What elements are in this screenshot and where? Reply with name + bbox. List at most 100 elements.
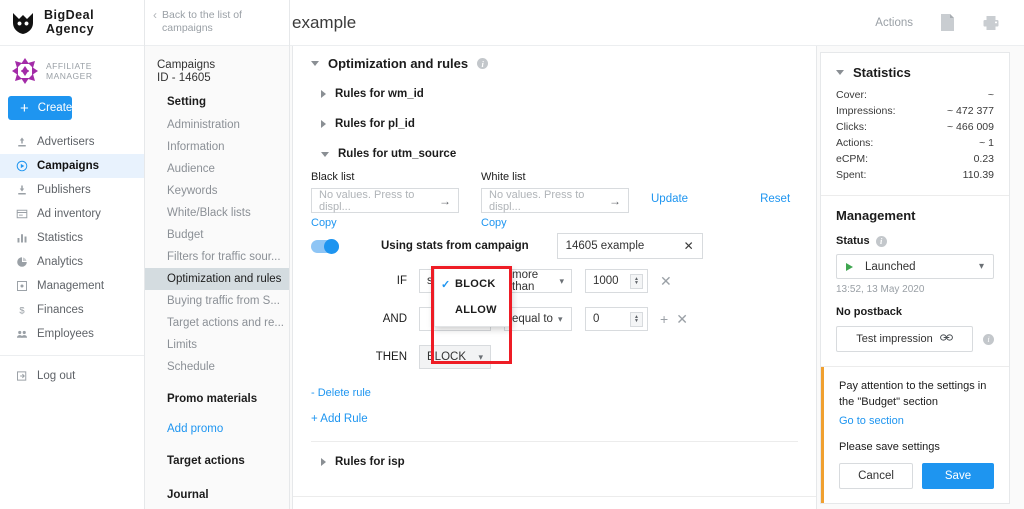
sidebar-item-publishers[interactable]: Publishers	[0, 178, 144, 202]
info-icon[interactable]: i	[477, 58, 489, 69]
white-list-placeholder: No values. Press to displ...	[489, 188, 585, 213]
spinner-icon[interactable]: ▲ ▼	[630, 273, 643, 289]
left-sidebar: BigDeal Agency AFFILIATE MANAGER + Creat…	[0, 0, 145, 509]
update-link[interactable]: Update	[651, 193, 688, 205]
chevron-right-icon	[321, 458, 326, 466]
menu-item-audience[interactable]: Audience	[145, 158, 289, 180]
use-campaign-stats-toggle[interactable]	[311, 238, 339, 254]
menu-group-journal[interactable]: Journal	[145, 484, 289, 506]
dropdown-option-allow[interactable]: ALLOW	[435, 297, 511, 323]
info-icon[interactable]: i	[875, 235, 887, 247]
document-icon[interactable]	[939, 13, 956, 32]
rules-for-utm-source-row[interactable]: Rules for utm_source	[311, 139, 798, 169]
save-settings-note: Please save settings	[839, 440, 940, 453]
menu-item-budget[interactable]: Budget	[145, 224, 289, 246]
menu-item-administration[interactable]: Administration	[145, 114, 289, 136]
chevron-right-icon	[321, 90, 326, 98]
campaign-header: Campaigns ID - 14605	[145, 46, 289, 84]
sidebar-item-management[interactable]: Management	[0, 274, 144, 298]
clear-icon[interactable]: ✕	[684, 239, 694, 253]
and-value-stepper[interactable]: 0 ▲ ▼	[585, 307, 648, 331]
statistics-section: Statistics Cover: ~ Impressions: ~ 472 3…	[821, 53, 1009, 196]
go-to-section-link[interactable]: Go to section	[839, 415, 904, 427]
rules-for-pl-id-row[interactable]: Rules for pl_id	[311, 109, 798, 139]
sidebar-item-logout[interactable]: Log out	[0, 364, 144, 388]
management-section: Management Status i Launched ▾ 13:52, 13…	[821, 196, 1009, 367]
add-rule-wrap: + Add Rule	[311, 401, 798, 427]
menu-bottom-groups: Promo materials Add promo Target actions…	[145, 388, 289, 506]
remove-if-condition-button[interactable]: ✕	[660, 274, 672, 288]
status-select[interactable]: Launched ▾	[836, 254, 994, 279]
add-condition-button[interactable]: +	[660, 312, 668, 326]
menu-item-add-promo[interactable]: Add promo	[145, 418, 289, 440]
sidebar-item-advertisers[interactable]: Advertisers	[0, 130, 144, 154]
sidebar-item-finances[interactable]: $ Finances	[0, 298, 144, 322]
black-list-input[interactable]: No values. Press to displ... →	[311, 188, 459, 213]
menu-item-optimization-and-rules[interactable]: Optimization and rules	[145, 268, 289, 290]
if-value: 1000	[593, 275, 619, 287]
remove-and-condition-button[interactable]: ✕	[676, 312, 688, 326]
menu-item-limits[interactable]: Limits	[145, 334, 289, 356]
black-list-copy-link[interactable]: Copy	[311, 217, 337, 229]
white-list-input[interactable]: No values. Press to displ... →	[481, 188, 629, 213]
sidebar-label: Publishers	[37, 184, 91, 196]
rules-for-isp-row[interactable]: Rules for isp	[311, 442, 798, 480]
menu-group-promo-materials[interactable]: Promo materials	[145, 388, 289, 410]
menu-item-information[interactable]: Information	[145, 136, 289, 158]
spinner-icon[interactable]: ▲ ▼	[630, 311, 643, 327]
rules-for-wm-id-row[interactable]: Rules for wm_id	[311, 79, 798, 109]
menu-item-buying-traffic[interactable]: Buying traffic from S...	[145, 290, 289, 312]
campaign-stats-select[interactable]: 14605 example ✕	[556, 233, 703, 259]
menu-group-target-actions[interactable]: Target actions	[145, 450, 289, 472]
optimization-section-title: Optimization and rules	[328, 56, 469, 71]
dollar-icon: $	[15, 304, 28, 317]
printer-icon[interactable]	[982, 14, 1000, 32]
stats-toggle-row: Using stats from campaign 14605 example …	[311, 233, 798, 259]
menu-item-filters-for-traffic-sources[interactable]: Filters for traffic sour...	[145, 246, 289, 268]
menu-item-target-actions-and-remarketing[interactable]: Target actions and re...	[145, 312, 289, 334]
stat-row-ecpm: eCPM: 0.23	[836, 153, 994, 165]
create-button[interactable]: + Create	[8, 96, 73, 120]
menu-item-schedule[interactable]: Schedule	[145, 356, 289, 378]
white-list-label: White list	[481, 171, 526, 183]
sidebar-item-ad-inventory[interactable]: Ad inventory	[0, 202, 144, 226]
brand-line-1: BigDeal	[44, 7, 95, 22]
actions-menu-button[interactable]: Actions	[875, 17, 913, 29]
if-operator-select[interactable]: more than ▾	[504, 269, 572, 293]
sidebar-item-employees[interactable]: Employees	[0, 322, 144, 346]
sidebar-item-campaigns[interactable]: Campaigns	[0, 154, 144, 178]
arrow-right-icon[interactable]: →	[609, 194, 621, 208]
sidebar-label: Campaigns	[37, 160, 99, 172]
campaign-stats-value: 14605 example	[565, 240, 645, 252]
menu-item-keywords[interactable]: Keywords	[145, 180, 289, 202]
info-icon[interactable]: i	[983, 333, 994, 345]
if-label: IF	[396, 275, 407, 287]
sidebar-nav: Advertisers Campaigns Publishers Ad inve…	[0, 130, 144, 346]
cancel-button[interactable]: Cancel	[839, 462, 913, 489]
sidebar-label: Analytics	[37, 256, 84, 268]
save-button[interactable]: Save	[922, 462, 994, 489]
add-rule-link[interactable]: + Add Rule	[311, 413, 368, 425]
white-list-copy-link[interactable]: Copy	[481, 217, 507, 229]
statistics-header[interactable]: Statistics	[836, 65, 994, 80]
optimization-section-header[interactable]: Optimization and rules i	[311, 56, 798, 71]
arrow-right-icon[interactable]: →	[439, 194, 451, 208]
sidebar-label: Statistics	[37, 232, 84, 244]
sidebar-item-analytics[interactable]: Analytics	[0, 250, 144, 274]
reset-link[interactable]: Reset	[760, 193, 790, 205]
back-to-campaigns-link[interactable]: ‹ Back to the list of campaigns	[145, 0, 289, 46]
if-value-stepper[interactable]: 1000 ▲ ▼	[585, 269, 648, 293]
shield-logo-icon	[13, 12, 33, 34]
test-impression-button[interactable]: Test impression	[836, 326, 973, 352]
and-operator-select[interactable]: equal to ▾	[504, 307, 572, 331]
sidebar-item-statistics[interactable]: Statistics	[0, 226, 144, 250]
stat-key: eCPM:	[836, 153, 869, 165]
dropdown-option-block[interactable]: ✓ BLOCK	[435, 271, 511, 297]
then-action-select[interactable]: BLOCK ▾	[419, 345, 491, 369]
brand-logo-block[interactable]: BigDeal Agency	[0, 0, 144, 46]
menu-item-white-black-lists[interactable]: White/Black lists	[145, 202, 289, 224]
sidebar-label: Finances	[37, 304, 84, 316]
test-impression-label: Test impression	[856, 333, 933, 345]
delete-rule-link[interactable]: - Delete rule	[311, 387, 371, 399]
play-circle-icon	[15, 160, 28, 173]
